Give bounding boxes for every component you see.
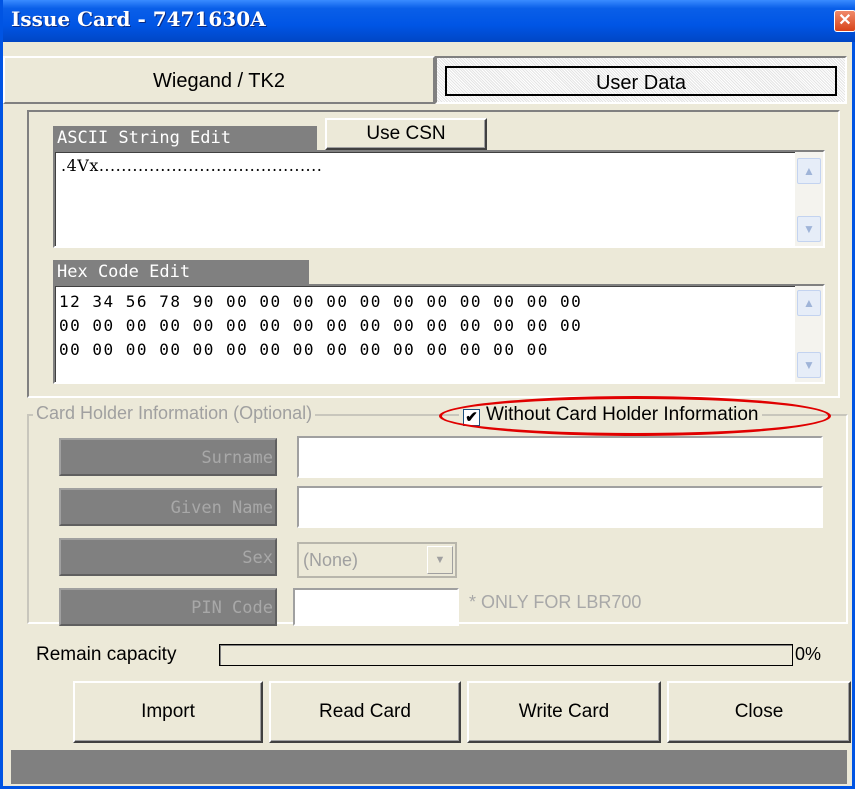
remain-capacity-bar: [219, 644, 793, 666]
ascii-string-edit-label: ASCII String Edit: [53, 126, 317, 150]
issue-card-window: Issue Card - 7471630A ✕ Wiegand / TK2 Us…: [0, 0, 855, 789]
tab-wiegand-tk2[interactable]: Wiegand / TK2: [3, 56, 435, 104]
status-bar: [11, 750, 847, 784]
sex-select-value: (None): [303, 550, 359, 570]
use-csn-button[interactable]: Use CSN: [325, 118, 487, 150]
sex-label: Sex: [59, 538, 277, 576]
window-close-icon[interactable]: ✕: [834, 10, 855, 32]
pin-code-note: * ONLY FOR LBR700: [469, 592, 642, 612]
card-holder-legend: Card Holder Information (Optional): [33, 403, 316, 424]
scroll-up-icon[interactable]: ▲: [797, 158, 821, 184]
hex-code-edit-label: Hex Code Edit: [53, 260, 309, 284]
tab-user-data-label: User Data: [595, 72, 687, 94]
read-card-button[interactable]: Read Card: [269, 681, 461, 743]
pin-code-input[interactable]: [293, 588, 459, 626]
scroll-down-icon[interactable]: ▼: [797, 216, 821, 242]
scroll-down-icon[interactable]: ▼: [797, 352, 821, 378]
ascii-string-field[interactable]: .4Vx....................................…: [53, 150, 825, 248]
given-name-label: Given Name: [59, 488, 277, 526]
write-card-button[interactable]: Write Card: [467, 681, 661, 743]
tab-user-data[interactable]: User Data: [435, 56, 847, 104]
tab-wiegand-label: Wiegand / TK2: [153, 70, 285, 92]
hex-scrollbar[interactable]: ▲ ▼: [795, 286, 823, 382]
hex-line: 12 34 56 78 90 00 00 00 00 00 00 00 00 0…: [59, 292, 583, 311]
pin-code-label: PIN Code: [59, 588, 277, 626]
window-title: Issue Card - 7471630A: [11, 7, 266, 31]
hex-line: 00 00 00 00 00 00 00 00 00 00 00 00 00 0…: [59, 316, 583, 335]
title-bar[interactable]: Issue Card - 7471630A ✕: [3, 0, 855, 42]
tab-user-data-focus: User Data: [445, 66, 837, 96]
chevron-down-icon[interactable]: ▼: [427, 546, 453, 574]
remain-capacity-percent: 0%: [795, 644, 822, 664]
scroll-up-icon[interactable]: ▲: [797, 290, 821, 316]
annotation-ellipse: [439, 396, 831, 436]
hex-code-field[interactable]: 12 34 56 78 90 00 00 00 00 00 00 00 00 0…: [53, 284, 825, 384]
ascii-string-value: .4Vx....................................…: [61, 156, 323, 175]
sex-select[interactable]: (None) ▼: [297, 542, 457, 578]
remain-capacity-label: Remain capacity: [36, 644, 177, 665]
given-name-input[interactable]: [297, 486, 823, 528]
hex-line: 00 00 00 00 00 00 00 00 00 00 00 00 00 0…: [59, 340, 549, 359]
import-button[interactable]: Import: [73, 681, 263, 743]
surname-input[interactable]: [297, 436, 823, 478]
ascii-scrollbar[interactable]: ▲ ▼: [795, 152, 823, 246]
surname-label: Surname: [59, 438, 277, 476]
hex-code-lines: 12 34 56 78 90 00 00 00 00 00 00 00 00 0…: [59, 290, 582, 362]
close-button[interactable]: Close: [667, 681, 851, 743]
